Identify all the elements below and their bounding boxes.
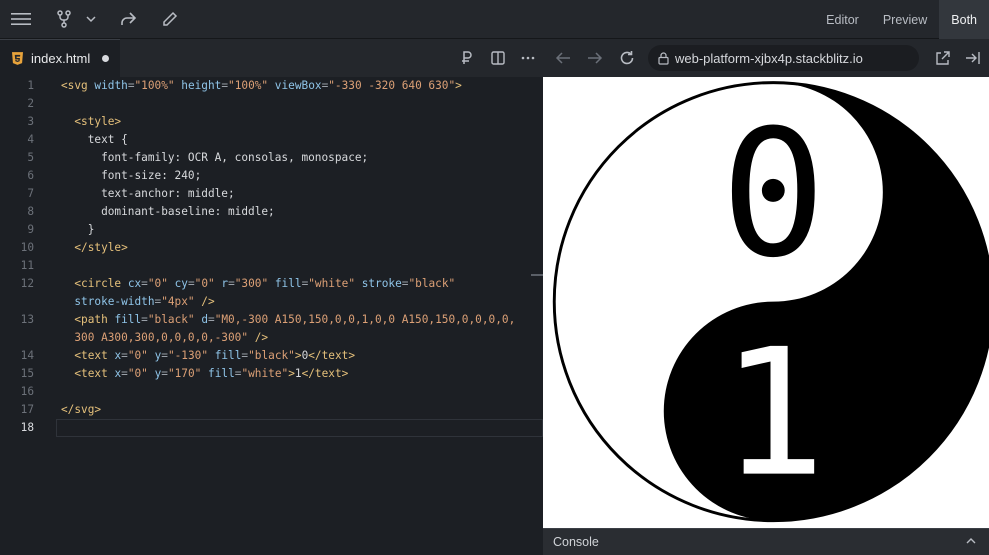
view-editor-button[interactable]: Editor bbox=[814, 0, 871, 39]
code-line: } bbox=[87, 223, 95, 236]
code-line: <path fill="black" d="M0,-300 A150,150,0… bbox=[74, 313, 516, 326]
file-tab-index-html[interactable]: index.html bbox=[0, 39, 120, 77]
chevron-down-icon[interactable] bbox=[79, 8, 103, 30]
line-number: 4 bbox=[27, 133, 34, 146]
code-line: dominant-baseline: middle; bbox=[101, 205, 275, 218]
line-number: 13 bbox=[20, 313, 34, 326]
code-line: 300 A300,300,0,0,0,0,-300" /> bbox=[74, 331, 269, 344]
code-line: text { bbox=[87, 133, 128, 146]
menu-icon[interactable] bbox=[9, 8, 33, 30]
sub-toolbar: index.html web-platform-xjbx4p.stackblit… bbox=[0, 39, 989, 77]
collapse-panel-icon[interactable] bbox=[963, 48, 983, 68]
line-number: 6 bbox=[27, 169, 34, 182]
line-number: 11 bbox=[20, 259, 34, 272]
line-number: 16 bbox=[20, 385, 34, 398]
lock-icon bbox=[658, 51, 669, 65]
line-number: 3 bbox=[27, 115, 34, 128]
more-icon[interactable] bbox=[518, 48, 538, 68]
code-line: <text x="0" y="170" fill="white">1</text… bbox=[74, 367, 349, 380]
view-preview-button[interactable]: Preview bbox=[871, 0, 939, 39]
chevron-up-icon[interactable] bbox=[965, 535, 977, 547]
console-label: Console bbox=[553, 535, 599, 549]
fork-icon[interactable] bbox=[52, 8, 76, 30]
line-number: 12 bbox=[20, 277, 34, 290]
html5-icon bbox=[12, 52, 23, 65]
digit-one: 1 bbox=[721, 312, 827, 516]
code-line: </svg> bbox=[61, 403, 102, 416]
preview-url-bar[interactable]: web-platform-xjbx4p.stackblitz.io bbox=[648, 45, 919, 71]
code-line: text-anchor: middle; bbox=[101, 187, 235, 200]
code-line: stroke-width="4px" /> bbox=[74, 295, 215, 308]
console-panel[interactable]: Console bbox=[543, 528, 989, 555]
digit-zero: 0 bbox=[721, 93, 827, 297]
code-line: <circle cx="0" cy="0" r="300" fill="whit… bbox=[74, 277, 456, 290]
view-mode-switch: Editor Preview Both bbox=[814, 0, 989, 39]
line-number: 8 bbox=[27, 205, 34, 218]
line-number: 17 bbox=[20, 403, 34, 416]
back-icon[interactable] bbox=[553, 48, 573, 68]
code-line: <style> bbox=[74, 115, 122, 128]
open-external-icon[interactable] bbox=[932, 48, 952, 68]
split-view-icon[interactable] bbox=[488, 48, 508, 68]
yin-yang-graphic: 0 1 bbox=[552, 81, 989, 523]
share-icon[interactable] bbox=[116, 8, 140, 30]
code-line: <svg width="100%" height="100%" viewBox=… bbox=[61, 79, 462, 92]
code-line: font-family: OCR A, consolas, monospace; bbox=[101, 151, 369, 164]
line-number-current: 18 bbox=[20, 421, 34, 434]
unsaved-indicator bbox=[102, 55, 110, 62]
line-number: 7 bbox=[27, 187, 34, 200]
preview-pane: 0 1 bbox=[543, 77, 989, 528]
top-toolbar: Editor Preview Both bbox=[0, 0, 989, 39]
code-line: <text x="0" y="-130" fill="black">0</tex… bbox=[74, 349, 356, 362]
code-editor[interactable]: 1 2 3 4 5 6 7 8 9 10 11 12 13 14 15 16 1… bbox=[0, 77, 543, 555]
scrollbar-marker[interactable] bbox=[531, 274, 543, 276]
line-number: 14 bbox=[20, 349, 34, 362]
view-both-button[interactable]: Both bbox=[939, 0, 989, 39]
line-number: 1 bbox=[27, 79, 34, 92]
current-line-highlight bbox=[56, 419, 543, 437]
prettier-icon[interactable] bbox=[457, 48, 477, 68]
code-line: </style> bbox=[74, 241, 128, 254]
edit-icon[interactable] bbox=[158, 8, 182, 30]
line-number: 2 bbox=[27, 97, 34, 110]
line-number: 9 bbox=[27, 223, 34, 236]
file-tab-label: index.html bbox=[31, 51, 91, 66]
line-number: 10 bbox=[20, 241, 34, 254]
forward-icon[interactable] bbox=[585, 48, 605, 68]
code-line: font-size: 240; bbox=[101, 169, 202, 182]
reload-icon[interactable] bbox=[617, 48, 637, 68]
line-number: 15 bbox=[20, 367, 34, 380]
preview-url-text: web-platform-xjbx4p.stackblitz.io bbox=[675, 50, 863, 66]
line-number: 5 bbox=[27, 151, 34, 164]
